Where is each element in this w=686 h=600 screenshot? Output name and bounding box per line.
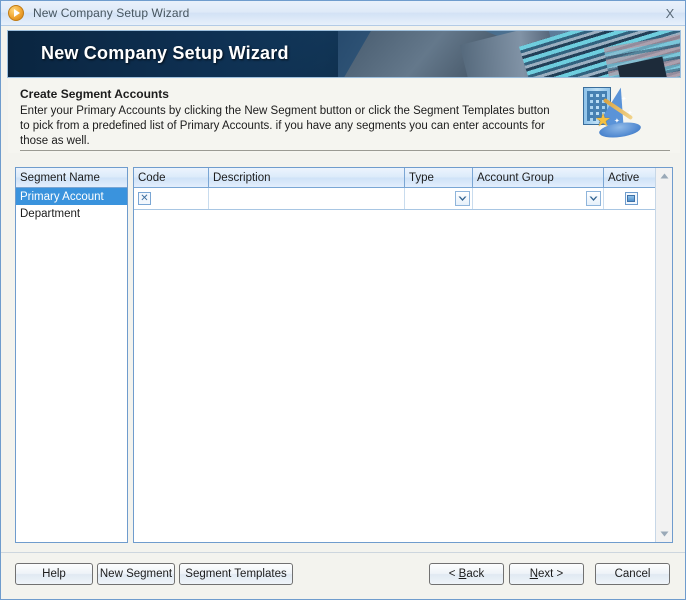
column-header-type[interactable]: Type <box>405 167 473 188</box>
row-marker-x-icon: ✕ <box>138 192 151 205</box>
new-segment-button[interactable]: New Segment <box>97 563 175 585</box>
instruction-area: Create Segment Accounts Enter your Prima… <box>8 79 680 153</box>
chevron-down-icon[interactable] <box>455 191 470 206</box>
grid-rows: ✕ <box>134 188 655 210</box>
cell-description[interactable] <box>209 188 405 209</box>
column-header-code[interactable]: Code <box>134 167 209 188</box>
list-item[interactable]: Primary Account <box>16 188 127 205</box>
cancel-button[interactable]: Cancel <box>595 563 670 585</box>
accounts-grid-panel[interactable]: Code Description Type Account Group Acti… <box>133 167 673 543</box>
active-checkbox-fill <box>627 195 635 202</box>
gold-star-icon: ★ <box>595 110 612 130</box>
instruction-text: Enter your Primary Accounts by clicking … <box>20 105 550 147</box>
page-title: Create Segment Accounts <box>20 87 169 101</box>
next-button[interactable]: Next > <box>509 563 584 585</box>
button-bar: Help New Segment Segment Templates < Bac… <box>1 552 685 599</box>
column-header-active[interactable]: Active <box>604 168 655 188</box>
segment-list[interactable]: Primary Account Department <box>16 188 127 222</box>
back-button-label: < Back <box>448 568 485 580</box>
banner-title: New Company Setup Wizard <box>41 43 289 63</box>
cell-code[interactable]: ✕ <box>134 188 209 209</box>
next-button-label: Next > <box>529 568 564 580</box>
cell-type[interactable] <box>405 188 473 209</box>
grid-vertical-scrollbar[interactable] <box>655 168 672 542</box>
column-header-description[interactable]: Description <box>209 167 405 188</box>
table-row[interactable]: ✕ <box>134 188 655 210</box>
sparkle-icon: ✦ <box>621 96 627 103</box>
cell-account-group[interactable] <box>473 188 604 209</box>
active-checkbox[interactable] <box>624 192 638 205</box>
scroll-up-icon[interactable] <box>656 168 672 184</box>
title-bar: New Company Setup Wizard X <box>1 1 685 26</box>
header-divider <box>20 150 670 151</box>
help-button[interactable]: Help <box>15 563 93 585</box>
scroll-down-icon[interactable] <box>656 526 672 542</box>
segment-templates-button[interactable]: Segment Templates <box>179 563 293 585</box>
close-icon[interactable]: X <box>653 1 685 25</box>
column-header-account-group[interactable]: Account Group <box>473 167 604 188</box>
wizard-building-icon: ★ ✦ ✦ ✦ <box>581 84 643 141</box>
back-button[interactable]: < Back <box>429 563 504 585</box>
window-title: New Company Setup Wizard <box>33 6 190 20</box>
sparkle-icon: ✦ <box>627 110 633 117</box>
segment-name-column-header: Segment Name <box>20 171 100 184</box>
wizard-banner: New Company Setup Wizard <box>7 30 681 78</box>
chevron-down-icon[interactable] <box>586 191 601 206</box>
grid-column-headers: Code Description Type Account Group Acti… <box>134 167 655 188</box>
cell-active[interactable] <box>604 188 655 209</box>
list-item[interactable]: Department <box>16 205 127 222</box>
wizard-window: New Company Setup Wizard X New Company S… <box>0 0 686 600</box>
sparkle-icon: ✦ <box>614 118 620 125</box>
segment-list-header: Segment Name <box>16 168 127 188</box>
play-circle-icon <box>8 5 24 21</box>
segment-name-panel[interactable]: Segment Name Primary Account Department <box>15 167 128 543</box>
